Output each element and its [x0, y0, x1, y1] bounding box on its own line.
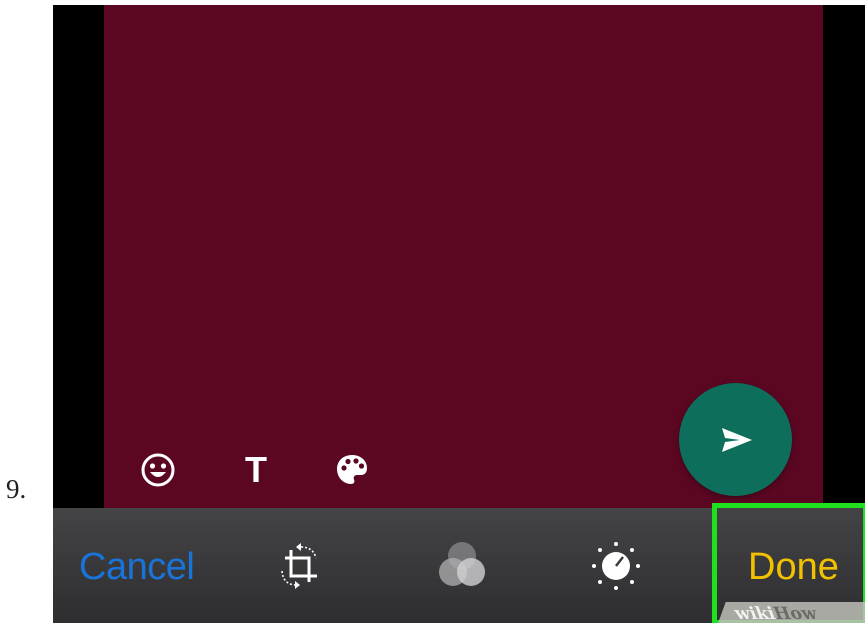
draw-button[interactable]	[329, 447, 375, 493]
filters-button[interactable]	[432, 536, 492, 596]
step-number: 9.	[6, 474, 27, 504]
text-button[interactable]: T	[233, 447, 279, 493]
crop-rotate-button[interactable]	[269, 536, 329, 596]
cancel-button[interactable]: Cancel	[79, 546, 195, 589]
emoji-icon	[141, 453, 175, 487]
adjust-button[interactable]	[586, 536, 646, 596]
emoji-button[interactable]	[135, 447, 181, 493]
adjust-icon	[592, 542, 640, 590]
send-icon	[721, 427, 752, 452]
wikihow-watermark: wikiHow	[717, 602, 865, 623]
send-button[interactable]	[679, 383, 792, 496]
text-icon: T	[245, 449, 267, 490]
bottom-toolbar: Cancel Done wikiHow	[53, 503, 865, 623]
filters-icon	[439, 542, 485, 586]
phone-screen: T Cancel Done wikiHow	[53, 5, 865, 623]
palette-icon	[337, 455, 367, 484]
crop-rotate-icon	[281, 543, 317, 589]
